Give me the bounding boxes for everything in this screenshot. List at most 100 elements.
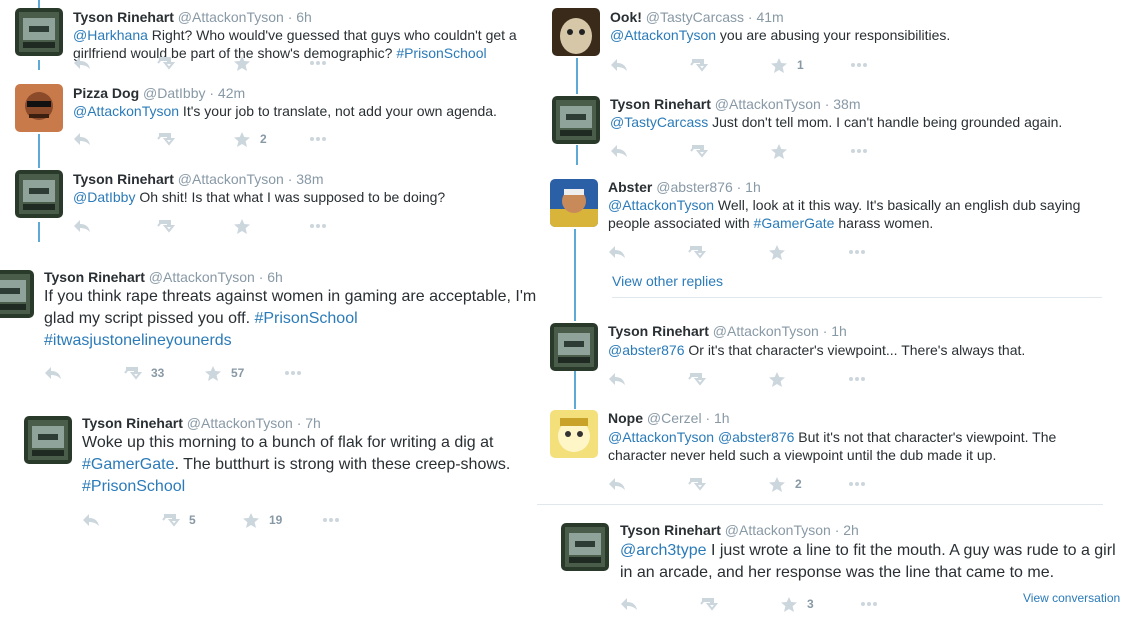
- more-button[interactable]: [848, 242, 866, 262]
- retweet-button[interactable]: [690, 55, 708, 75]
- tweet-timestamp[interactable]: · 42m: [209, 85, 245, 101]
- retweet-button[interactable]: [700, 594, 718, 614]
- author-handle[interactable]: @AttackonTyson: [149, 269, 255, 285]
- retweet-button[interactable]: 33: [124, 363, 164, 383]
- avatar-abster[interactable]: [550, 179, 598, 227]
- favorite-button[interactable]: [233, 53, 251, 73]
- author-name[interactable]: Tyson Rinehart: [73, 9, 174, 25]
- retweet-button[interactable]: [157, 129, 175, 149]
- favorite-button[interactable]: 19: [242, 510, 282, 530]
- favorite-button[interactable]: 2: [233, 129, 267, 149]
- author-handle[interactable]: @AttackonTyson: [178, 171, 284, 187]
- tweet-link[interactable]: #PrisonSchool: [396, 45, 486, 61]
- more-button[interactable]: [860, 594, 878, 614]
- retweet-button[interactable]: [688, 474, 706, 494]
- retweet-button[interactable]: [690, 141, 708, 161]
- favorite-button[interactable]: 1: [770, 55, 804, 75]
- tweet-link[interactable]: #GamerGate: [82, 456, 174, 473]
- tweet-link[interactable]: @abster876: [608, 342, 684, 358]
- tweet-link[interactable]: @AttackonTyson: [608, 197, 714, 213]
- author-handle[interactable]: @abster876: [656, 179, 732, 195]
- more-button[interactable]: [848, 474, 866, 494]
- avatar-attackontyson[interactable]: [552, 96, 600, 144]
- tweet-link[interactable]: @AttackonTyson: [610, 27, 716, 43]
- reply-button[interactable]: [610, 141, 628, 161]
- reply-button[interactable]: [608, 242, 626, 262]
- reply-button[interactable]: [82, 510, 100, 530]
- more-button[interactable]: [284, 363, 302, 383]
- tweet-link[interactable]: @AttackonTyson: [73, 103, 179, 119]
- reply-button[interactable]: [608, 474, 626, 494]
- favorite-button[interactable]: [233, 216, 251, 236]
- favorite-button[interactable]: 57: [204, 363, 244, 383]
- favorite-button[interactable]: 2: [768, 474, 802, 494]
- avatar-attackontyson[interactable]: [24, 416, 72, 464]
- favorite-button[interactable]: [768, 369, 786, 389]
- author-handle[interactable]: @Cerzel: [647, 410, 702, 426]
- reply-button[interactable]: [608, 369, 626, 389]
- tweet-link[interactable]: #GamerGate: [754, 215, 835, 231]
- tweet-timestamp[interactable]: · 1h: [737, 179, 761, 195]
- tweet-link[interactable]: @abster876: [718, 429, 794, 445]
- reply-button[interactable]: [73, 216, 91, 236]
- more-button[interactable]: [850, 141, 868, 161]
- tweet-timestamp[interactable]: · 6h: [259, 269, 283, 285]
- more-button[interactable]: [309, 53, 327, 73]
- author-name[interactable]: Tyson Rinehart: [620, 522, 721, 538]
- author-name[interactable]: Pizza Dog: [73, 85, 139, 101]
- avatar-pizzadog[interactable]: [15, 84, 63, 132]
- author-name[interactable]: Tyson Rinehart: [44, 269, 145, 285]
- view-other-replies-link[interactable]: View other replies: [612, 273, 723, 289]
- author-name[interactable]: Tyson Rinehart: [82, 415, 183, 431]
- reply-button[interactable]: [44, 363, 62, 383]
- avatar-attackontyson[interactable]: [15, 8, 63, 56]
- avatar-attackontyson[interactable]: [15, 170, 63, 218]
- tweet-timestamp[interactable]: · 2h: [835, 522, 859, 538]
- author-name[interactable]: Nope: [608, 410, 643, 426]
- view-conversation-link[interactable]: View conversation: [1023, 591, 1120, 605]
- tweet-timestamp[interactable]: · 7h: [297, 415, 321, 431]
- more-button[interactable]: [848, 369, 866, 389]
- retweet-button[interactable]: [688, 369, 706, 389]
- more-button[interactable]: [850, 55, 868, 75]
- tweet-link[interactable]: #PrisonSchool: [254, 310, 357, 327]
- favorite-button[interactable]: [770, 141, 788, 161]
- retweet-button[interactable]: [688, 242, 706, 262]
- reply-button[interactable]: [73, 53, 91, 73]
- avatar-tastycarcass[interactable]: [552, 8, 600, 56]
- tweet-timestamp[interactable]: · 1h: [823, 323, 847, 339]
- tweet-timestamp[interactable]: · 41m: [748, 9, 784, 25]
- tweet-link[interactable]: #itwasjustonelineyounerds: [44, 332, 232, 349]
- avatar-attackontyson[interactable]: [561, 523, 609, 571]
- avatar-cerzel[interactable]: [550, 410, 598, 458]
- favorite-button[interactable]: [768, 242, 786, 262]
- tweet-link[interactable]: @AttackonTyson: [608, 429, 714, 445]
- author-handle[interactable]: @DatIbby: [143, 85, 205, 101]
- tweet-timestamp[interactable]: · 38m: [288, 171, 324, 187]
- author-handle[interactable]: @TastyCarcass: [646, 9, 744, 25]
- tweet-link[interactable]: @TastyCarcass: [610, 114, 708, 130]
- tweet-link[interactable]: @arch3type: [620, 542, 707, 559]
- reply-button[interactable]: [73, 129, 91, 149]
- author-handle[interactable]: @AttackonTyson: [725, 522, 831, 538]
- tweet-timestamp[interactable]: · 38m: [825, 96, 861, 112]
- author-handle[interactable]: @AttackonTyson: [187, 415, 293, 431]
- avatar-attackontyson[interactable]: [0, 270, 34, 318]
- author-name[interactable]: Tyson Rinehart: [608, 323, 709, 339]
- tweet-link[interactable]: @DatIbby: [73, 189, 135, 205]
- retweet-button[interactable]: [157, 53, 175, 73]
- retweet-button[interactable]: 5: [162, 510, 196, 530]
- avatar-attackontyson[interactable]: [550, 323, 598, 371]
- author-handle[interactable]: @AttackonTyson: [715, 96, 821, 112]
- author-handle[interactable]: @AttackonTyson: [713, 323, 819, 339]
- favorite-button[interactable]: 3: [780, 594, 814, 614]
- more-button[interactable]: [322, 510, 340, 530]
- more-button[interactable]: [309, 129, 327, 149]
- tweet-link[interactable]: @Harkhana: [73, 27, 148, 43]
- retweet-button[interactable]: [157, 216, 175, 236]
- author-name[interactable]: Ook!: [610, 9, 642, 25]
- author-name[interactable]: Abster: [608, 179, 652, 195]
- author-name[interactable]: Tyson Rinehart: [73, 171, 174, 187]
- author-name[interactable]: Tyson Rinehart: [610, 96, 711, 112]
- tweet-link[interactable]: #PrisonSchool: [82, 478, 185, 495]
